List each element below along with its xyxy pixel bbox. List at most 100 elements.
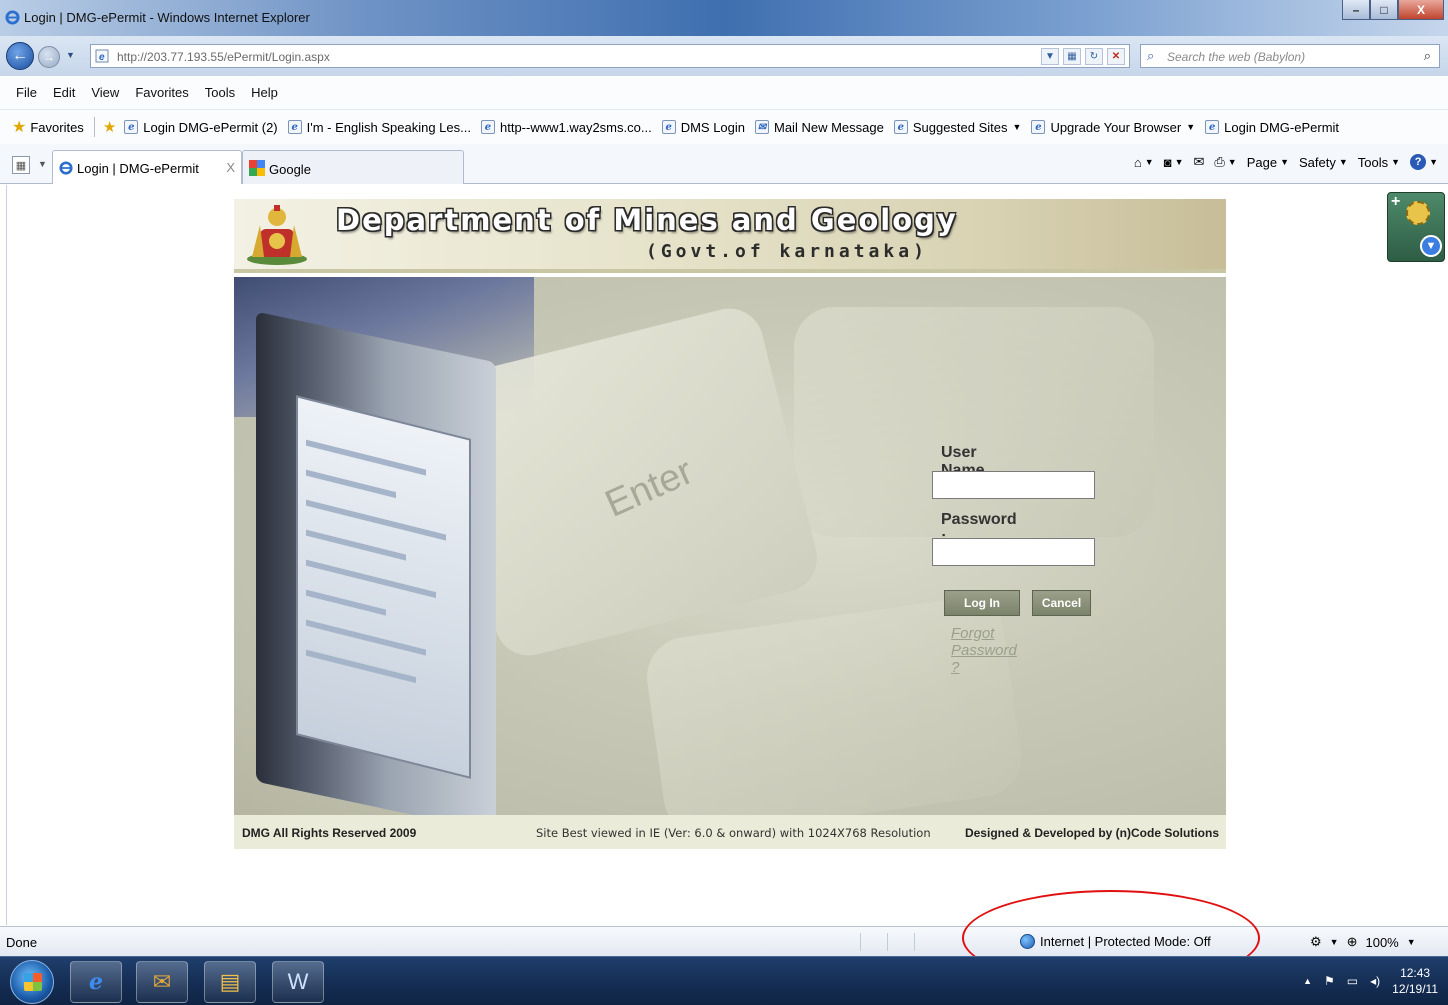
karnataka-emblem-logo <box>247 205 307 265</box>
quick-tabs-icon[interactable]: ▦ <box>12 156 30 174</box>
taskbar-word[interactable]: W <box>272 961 324 1003</box>
clock-time: 12:43 <box>1400 966 1431 980</box>
google-icon <box>249 160 265 176</box>
menu-edit[interactable]: Edit <box>53 85 75 100</box>
url-text[interactable]: http://203.77.193.55/ePermit/Login.aspx <box>117 50 330 64</box>
help-menu[interactable]: ? ▼ <box>1410 154 1438 170</box>
forgot-password-link[interactable]: Forgot Password ? <box>951 625 1017 676</box>
print-button[interactable]: ⎙ ▼ <box>1214 154 1236 170</box>
action-center-icon[interactable]: ⚑ <box>1324 974 1335 988</box>
fav-mail-new-message[interactable]: ✉ Mail New Message <box>755 120 884 135</box>
plus-icon: + <box>1391 193 1401 210</box>
volume-icon[interactable]: ◂) <box>1370 974 1380 988</box>
network-icon[interactable]: ▭ <box>1347 974 1358 988</box>
help-icon: ? <box>1410 154 1427 170</box>
address-bar[interactable]: e http://203.77.193.55/ePermit/Login.asp… <box>90 44 1130 68</box>
recent-pages-dropdown[interactable]: ▼ <box>66 50 75 60</box>
menu-file[interactable]: File <box>16 85 37 100</box>
separator <box>93 117 95 137</box>
taskbar-internet-explorer[interactable]: e <box>70 961 122 1003</box>
back-button[interactable]: ← <box>6 42 34 70</box>
fav-way2sms[interactable]: e http--www1.way2sms.co... <box>480 120 652 135</box>
tools-menu-label: Tools <box>1357 154 1389 170</box>
rss-icon: ◙ <box>1163 154 1172 170</box>
chevron-down-icon: ▼ <box>1329 937 1339 947</box>
close-tab-button[interactable]: X <box>226 160 235 175</box>
mail-icon: ✉ <box>152 969 172 994</box>
add-on-status-icon: ⚙ <box>1310 934 1322 949</box>
feeds-button[interactable]: ◙ ▼ <box>1164 155 1184 170</box>
search-placeholder[interactable]: Search the web (Babylon) <box>1167 50 1305 64</box>
status-panels <box>860 933 915 951</box>
show-hidden-icons[interactable]: ▲ <box>1303 976 1312 986</box>
fav-suggested-sites[interactable]: e Suggested Sites ▼ <box>893 120 1021 135</box>
password-field[interactable] <box>932 538 1095 566</box>
forward-button[interactable]: → <box>38 46 60 68</box>
word-icon: W <box>287 969 309 994</box>
favorites-button[interactable]: Favorites <box>30 120 83 135</box>
ie-page-icon: e <box>124 120 139 134</box>
tab-list-dropdown[interactable]: ▼ <box>38 159 47 169</box>
search-go-icon[interactable]: ⌕ <box>1424 48 1431 64</box>
stop-icon[interactable]: ✕ <box>1107 48 1125 65</box>
tab-login-dmg-epermit[interactable]: Login | DMG-ePermit X <box>52 150 242 184</box>
maximize-button[interactable]: □ <box>1370 0 1398 20</box>
favorites-bar: ★ Favorites ★ e Login DMG-ePermit (2) e I'… <box>0 110 1448 144</box>
fav-label: Login DMG-ePermit (2) <box>143 119 278 135</box>
zoom-control[interactable]: ⚙ ▼ ⊕ 100% ▼ <box>1310 934 1416 950</box>
page-menu[interactable]: Page ▼ <box>1247 155 1289 170</box>
fav-label: Login DMG-ePermit <box>1224 119 1340 135</box>
fav-login-dmg[interactable]: e Login DMG-ePermit <box>1205 120 1339 135</box>
add-to-favorites-icon[interactable]: ★ <box>103 118 116 136</box>
clock[interactable]: 12:43 12/19/11 <box>1392 965 1438 997</box>
home-button[interactable]: ⌂ ▼ <box>1134 155 1154 170</box>
safety-menu-label: Safety <box>1299 154 1336 170</box>
window-title-bar: Login | DMG-ePermit - Windows Internet E… <box>0 0 1448 36</box>
chevron-down-icon: ▼ <box>1420 235 1442 257</box>
menu-bar: File Edit View Favorites Tools Help <box>0 76 1448 110</box>
chevron-down-icon: ▼ <box>1227 157 1237 167</box>
fav-label: I'm - English Speaking Les... <box>306 119 471 135</box>
close-button[interactable]: X <box>1398 0 1444 20</box>
start-button[interactable] <box>10 960 54 1004</box>
username-field[interactable] <box>932 471 1095 499</box>
fav-label: DMS Login <box>680 119 745 135</box>
tab-label: Login | DMG-ePermit <box>77 161 199 176</box>
addon-widget[interactable]: + ▼ <box>1387 192 1445 262</box>
login-button[interactable]: Log In <box>944 590 1020 616</box>
windows-taskbar: e ✉ ▤ W ▲ ⚑ ▭ ◂) 12:43 12/19/11 <box>0 956 1448 1005</box>
taskbar-outlook[interactable]: ✉ <box>136 961 188 1003</box>
search-field[interactable]: ⌕ Search the web (Babylon) ⌕ <box>1140 44 1440 68</box>
address-dropdown-icon[interactable]: ▼ <box>1041 48 1059 65</box>
taskbar-explorer[interactable]: ▤ <box>204 961 256 1003</box>
monitor-screen <box>296 395 471 779</box>
tools-menu[interactable]: Tools ▼ <box>1358 155 1400 170</box>
fav-upgrade-browser[interactable]: e Upgrade Your Browser ▼ <box>1031 120 1195 135</box>
menu-view[interactable]: View <box>91 85 119 100</box>
chevron-down-icon: ▼ <box>1174 157 1184 167</box>
fav-dms-login[interactable]: e DMS Login <box>661 119 745 135</box>
menu-help[interactable]: Help <box>251 85 278 100</box>
zoom-level: 100% <box>1365 934 1399 950</box>
compatibility-view-icon[interactable]: ▦ <box>1063 48 1081 65</box>
gear-icon <box>1406 201 1430 225</box>
favorites-star-icon[interactable]: ★ <box>12 117 26 137</box>
status-text: Done <box>6 935 38 950</box>
ie-page-icon: e <box>287 120 302 134</box>
safety-menu[interactable]: Safety ▼ <box>1299 155 1348 170</box>
mail-icon: ✉ <box>755 120 769 134</box>
refresh-icon[interactable]: ↻ <box>1085 48 1103 65</box>
chevron-down-icon: ▼ <box>1280 157 1290 167</box>
fav-english-speaking[interactable]: e I'm - English Speaking Les... <box>287 119 471 135</box>
arrow-left-icon: ← <box>12 47 28 64</box>
minimize-button[interactable]: – <box>1342 0 1370 20</box>
mail-icon: ✉ <box>1193 154 1205 169</box>
menu-tools[interactable]: Tools <box>205 85 235 100</box>
read-mail-button[interactable]: ✉ <box>1193 154 1204 170</box>
menu-favorites[interactable]: Favorites <box>135 85 188 100</box>
chevron-down-icon: ▼ <box>1429 157 1438 167</box>
cancel-button[interactable]: Cancel <box>1032 590 1091 616</box>
fav-login-dmg-2[interactable]: e Login DMG-ePermit (2) <box>124 119 278 135</box>
ie-icon <box>5 10 20 25</box>
tab-google[interactable]: Google <box>242 150 464 184</box>
